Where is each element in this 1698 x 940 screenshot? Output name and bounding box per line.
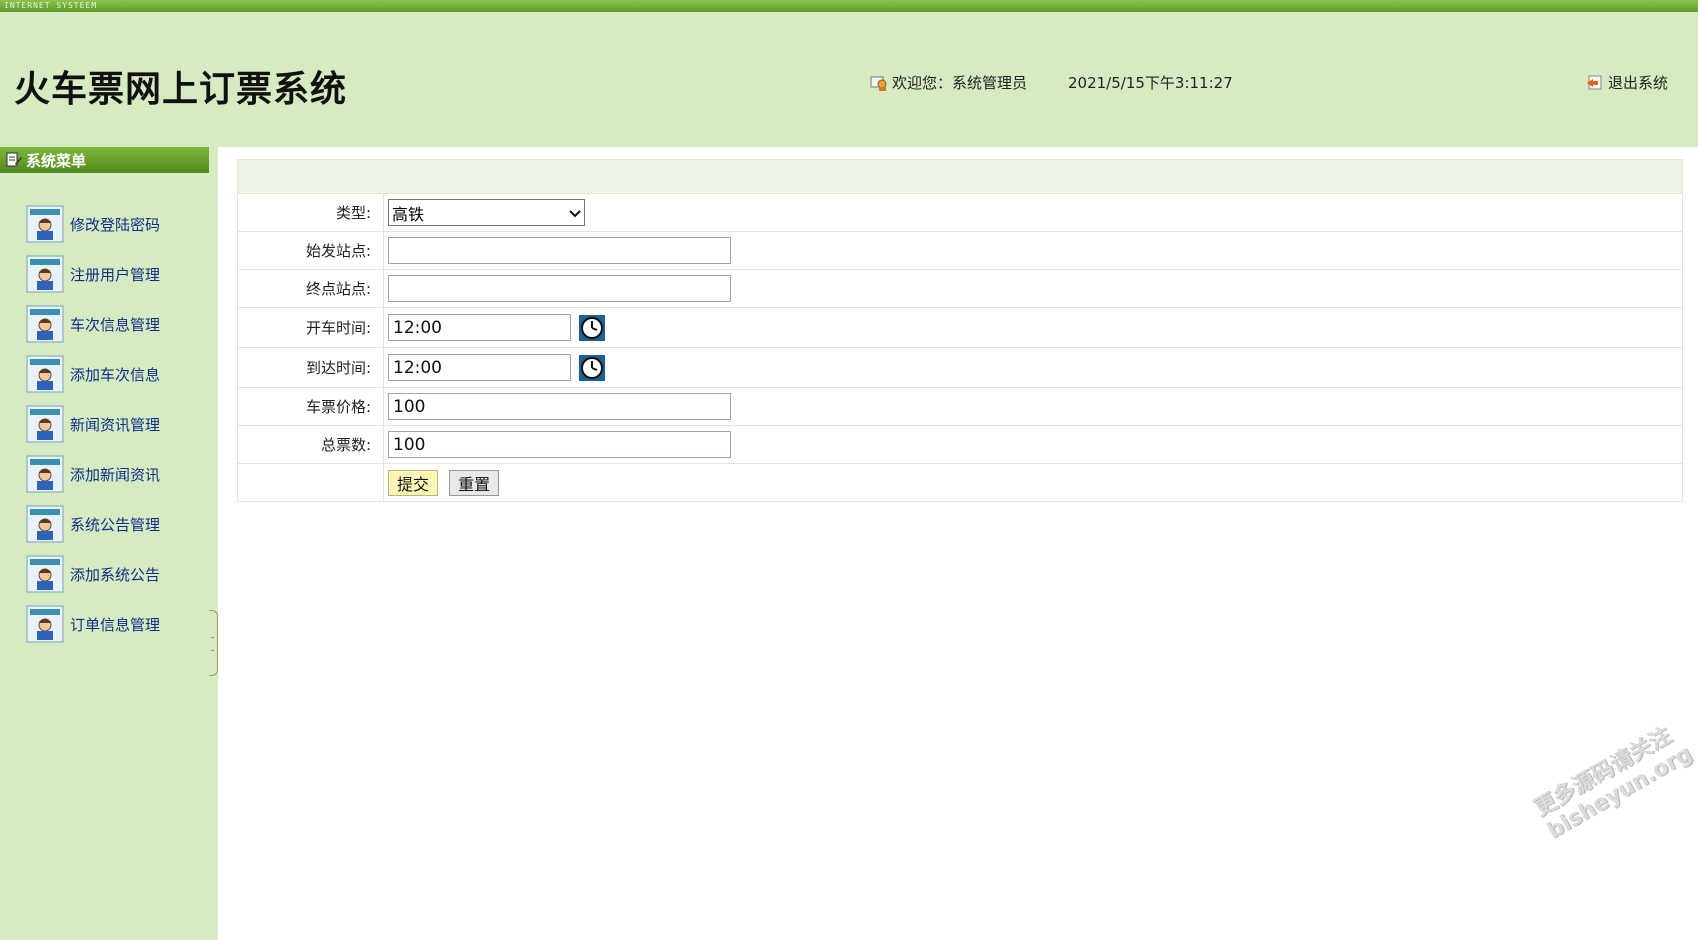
- sidebar-item-train-management[interactable]: 车次信息管理: [26, 299, 216, 349]
- sidebar-item-label: 订单信息管理: [70, 615, 161, 634]
- sidebar-item-add-notice[interactable]: 添加系统公告: [26, 549, 216, 599]
- submit-button[interactable]: 提交: [388, 469, 439, 496]
- sidebar-item-change-password[interactable]: 修改登陆密码: [26, 199, 216, 249]
- form-row-start-station: 始发站点:: [237, 231, 1683, 270]
- form-row-total-tickets: 总票数:: [237, 425, 1683, 464]
- sidebar-item-add-news[interactable]: 添加新闻资讯: [26, 449, 216, 499]
- total-tickets-input[interactable]: [388, 431, 731, 458]
- user-card-icon: [26, 455, 64, 493]
- type-select-value: 高铁: [392, 204, 425, 224]
- sidebar-item-user-management[interactable]: 注册用户管理: [26, 249, 216, 299]
- sidebar-item-label: 添加车次信息: [70, 365, 161, 384]
- form-header-row: [237, 159, 1683, 194]
- user-card-icon: [26, 405, 64, 443]
- arrive-time-input[interactable]: [388, 354, 571, 381]
- price-input[interactable]: [388, 393, 731, 420]
- logout-label: 退出系统: [1608, 74, 1669, 92]
- sidebar-item-label: 系统公告管理: [70, 515, 161, 534]
- end-station-input[interactable]: [388, 275, 731, 302]
- menu-edit-icon: [6, 152, 22, 167]
- app-title: 火车票网上订票系统: [14, 69, 348, 110]
- welcome-text: 欢迎您：系统管理员: [892, 74, 1028, 92]
- form-row-end-station: 终点站点:: [237, 269, 1683, 308]
- user-card-icon: [26, 555, 64, 593]
- sidebar-item-label: 注册用户管理: [70, 265, 161, 284]
- sidebar-item-label: 新闻资讯管理: [70, 415, 161, 434]
- depart-time-label: 开车时间:: [237, 307, 384, 348]
- total-tickets-label: 总票数:: [237, 425, 384, 464]
- header: 火车票网上订票系统 欢迎您：系统管理员 2021/5/15下午3:11:27 退…: [0, 12, 1698, 147]
- user-icon: [870, 76, 887, 91]
- welcome-area: 欢迎您：系统管理员: [870, 72, 1027, 93]
- start-station-label: 始发站点:: [237, 231, 384, 270]
- top-strip: INTERNET SYSTEEM: [0, 0, 1698, 12]
- form-row-type: 类型: 高铁: [237, 193, 1683, 232]
- sidebar-item-label: 车次信息管理: [70, 315, 161, 334]
- logout-link[interactable]: 退出系统: [1586, 72, 1668, 93]
- form-row-arrive-time: 到达时间:: [237, 347, 1683, 388]
- start-station-input[interactable]: [388, 237, 731, 264]
- add-train-form: 类型: 高铁 始发站点: 终点站点: 开车时间: 12:00 到达时间: 12:…: [237, 159, 1683, 502]
- sidebar-item-notice-management[interactable]: 系统公告管理: [26, 499, 216, 549]
- arrive-time-label: 到达时间:: [237, 347, 384, 388]
- main-content: 类型: 高铁 始发站点: 终点站点: 开车时间: 12:00 到达时间: 12:…: [218, 147, 1698, 940]
- user-card-icon: [26, 305, 64, 343]
- form-row-price: 车票价格:: [237, 387, 1683, 426]
- user-card-icon: [26, 205, 64, 243]
- sidebar-item-add-train[interactable]: 添加车次信息: [26, 349, 216, 399]
- user-card-icon: [26, 605, 64, 643]
- reset-button[interactable]: 重置: [449, 469, 500, 496]
- top-strip-text: INTERNET SYSTEEM: [4, 1, 98, 10]
- user-card-icon: [26, 505, 64, 543]
- user-card-icon: [26, 255, 64, 293]
- user-card-icon: [26, 355, 64, 393]
- sidebar-item-label: 修改登陆密码: [70, 215, 161, 234]
- sidebar-menu: 修改登陆密码 注册用户管理 车次信息管理 添加车次信息 新闻资讯管理 添加新闻资…: [26, 199, 216, 649]
- chevron-down-icon: [569, 209, 581, 217]
- price-label: 车票价格:: [237, 387, 384, 426]
- sidebar-item-news-management[interactable]: 新闻资讯管理: [26, 399, 216, 449]
- sidebar-item-label: 添加新闻资讯: [70, 465, 161, 484]
- sidebar-title-bar: 系统菜单: [0, 147, 209, 173]
- sidebar: 系统菜单 修改登陆密码 注册用户管理 车次信息管理 添加车次信息 新闻资讯管理 …: [0, 147, 218, 940]
- clock-icon[interactable]: [579, 314, 606, 341]
- end-station-label: 终点站点:: [237, 269, 384, 308]
- form-row-depart-time: 开车时间:: [237, 307, 1683, 348]
- logout-icon: [1587, 75, 1602, 89]
- sidebar-collapse-handle[interactable]: [209, 610, 218, 676]
- sidebar-title: 系统菜单: [26, 151, 87, 170]
- depart-time-input[interactable]: [388, 314, 571, 341]
- form-row-actions: 提交 重置: [237, 463, 1683, 502]
- clock-icon[interactable]: [579, 354, 606, 381]
- sidebar-item-label: 添加系统公告: [70, 565, 161, 584]
- type-select[interactable]: 高铁: [388, 199, 585, 226]
- type-label: 类型:: [237, 193, 384, 232]
- sidebar-item-order-management[interactable]: 订单信息管理: [26, 599, 216, 649]
- current-datetime: 2021/5/15下午3:11:27: [1068, 74, 1233, 92]
